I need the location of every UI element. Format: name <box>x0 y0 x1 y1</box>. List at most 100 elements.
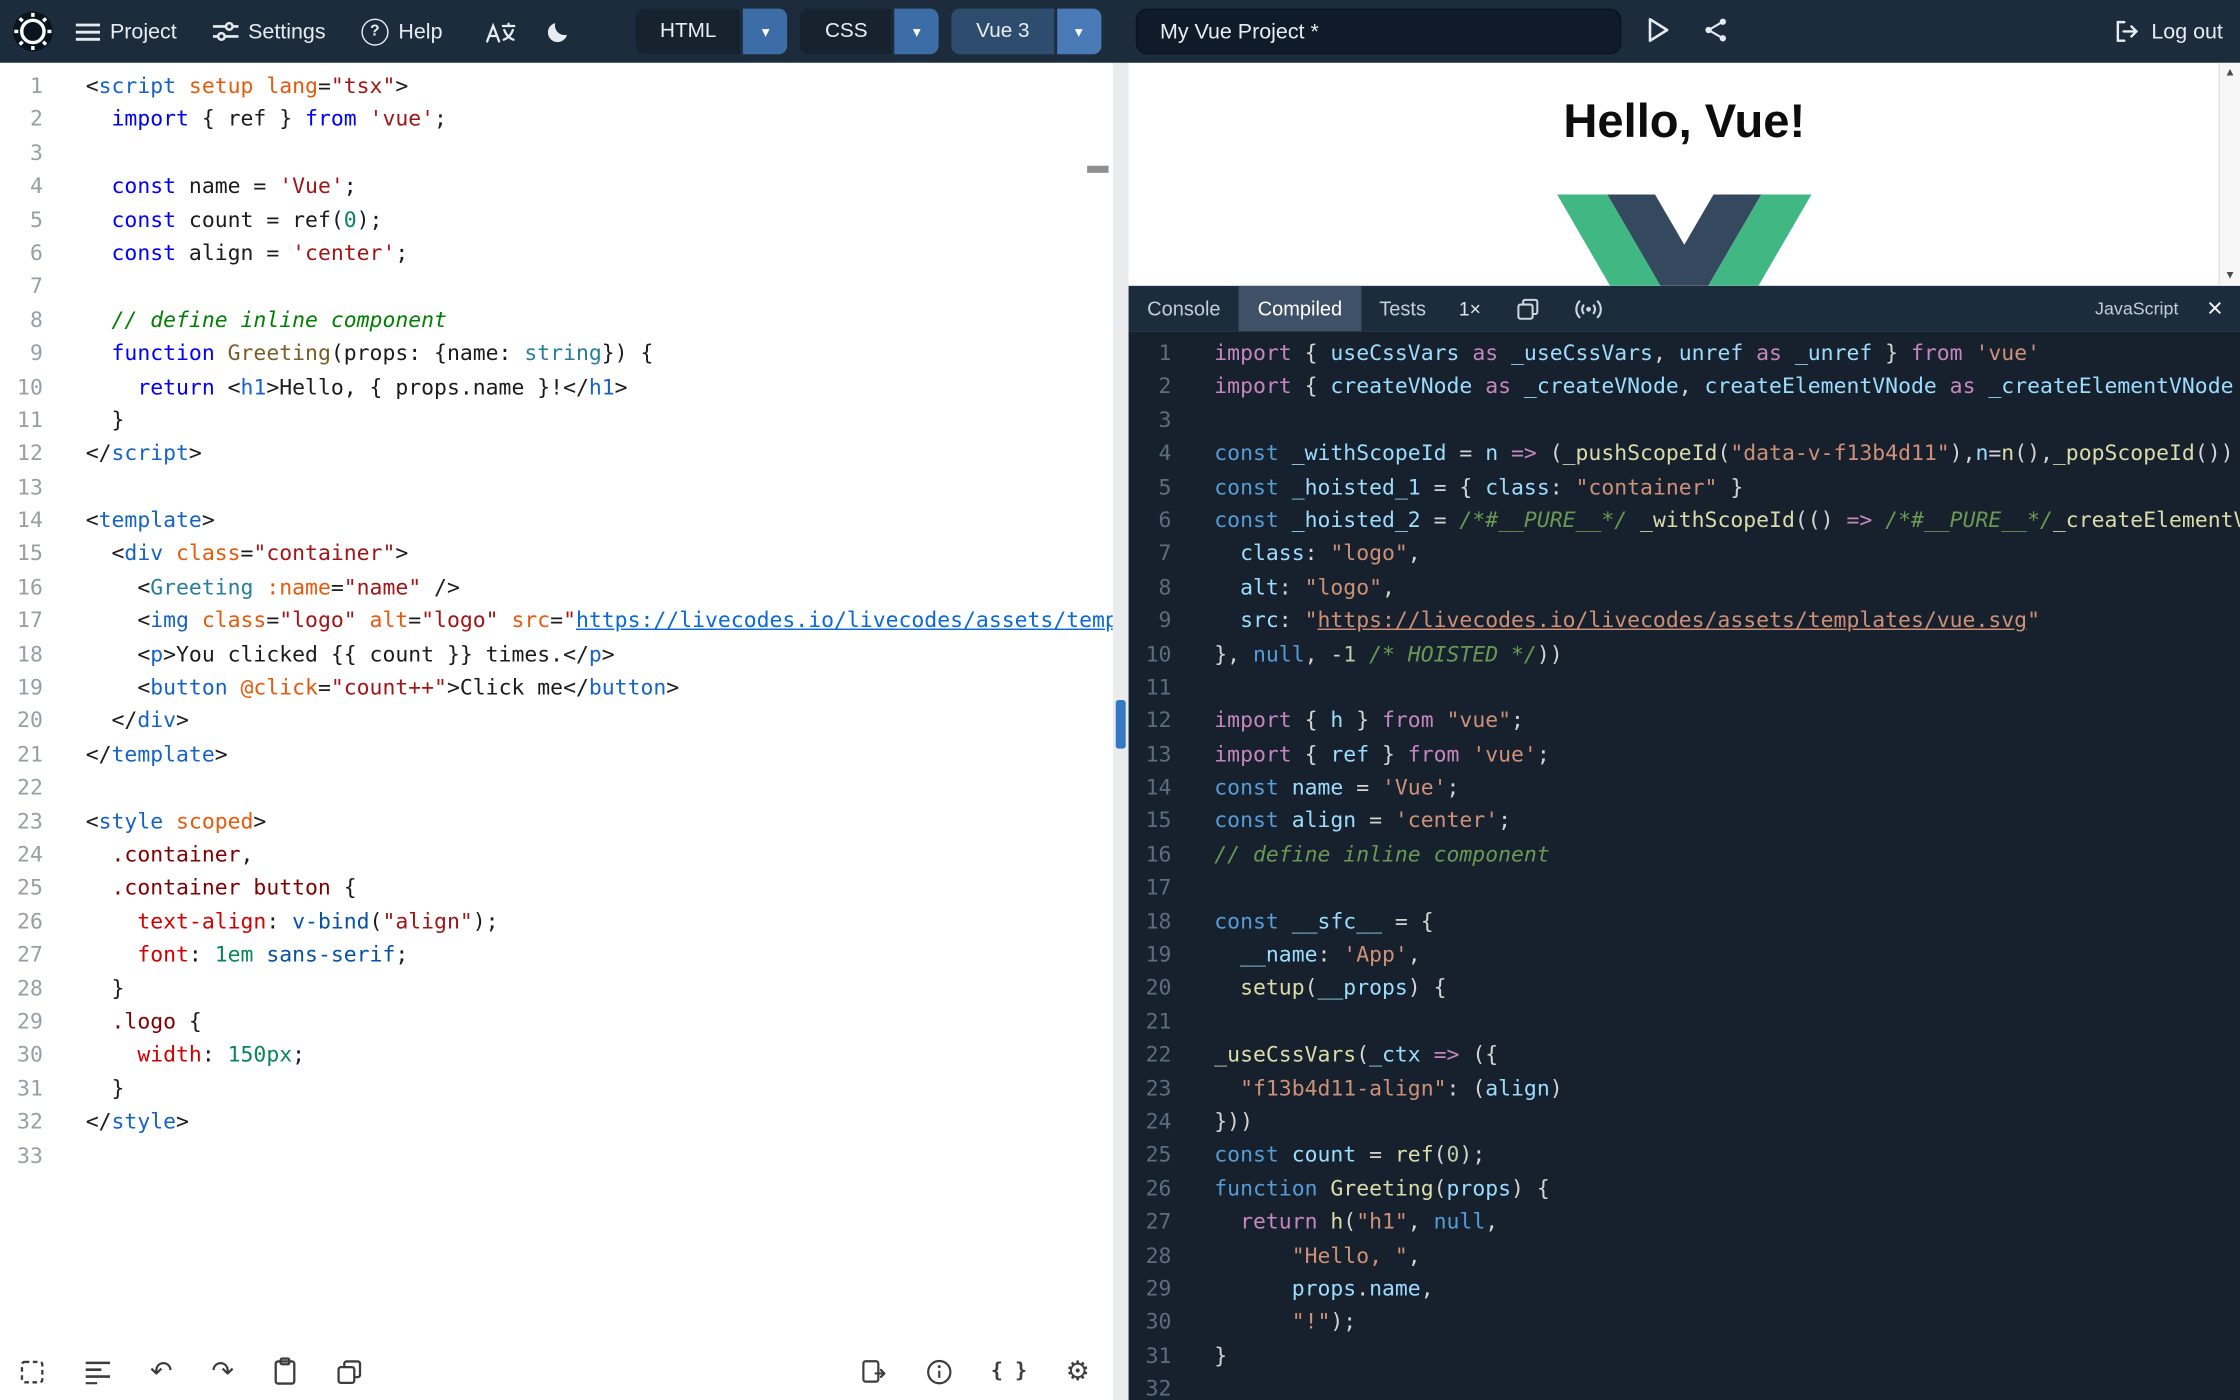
line-number: 20 <box>17 707 43 734</box>
logout-button[interactable]: Log out <box>2114 0 2223 63</box>
tab-css[interactable]: CSS ▾ <box>800 8 940 55</box>
line-number: 6 <box>1158 507 1172 533</box>
help-menu[interactable]: ? Help <box>361 17 443 45</box>
code-line: 19 __name: 'App', <box>1129 939 2240 972</box>
code-line: 26 text-align: v-bind("align"); <box>0 905 1113 938</box>
run-button[interactable] <box>1646 16 1672 45</box>
chevron-down-icon[interactable]: ▾ <box>894 8 940 55</box>
code-line: 5 const count = ref(0); <box>0 204 1113 237</box>
line-number: 17 <box>1145 874 1172 901</box>
info-icon[interactable] <box>925 1358 952 1385</box>
code-line: 5 const _hoisted_1 = { class: "container"… <box>1129 471 2240 504</box>
code-line: 11 <box>1129 671 2240 704</box>
chevron-down-icon[interactable]: ▾ <box>743 8 788 55</box>
broadcast-icon[interactable] <box>1574 296 1603 320</box>
redo-icon[interactable]: ↷ <box>211 1358 234 1385</box>
code-line: 3 <box>0 137 1113 170</box>
code-line: 2 import { ref } from 'vue'; <box>0 103 1113 136</box>
chevron-down-icon[interactable]: ▾ <box>1056 8 1101 55</box>
braces-icon[interactable]: { } <box>991 1358 1027 1385</box>
code-line: 27 font: 1em sans-serif; <box>0 939 1113 972</box>
project-menu[interactable]: Project <box>75 19 177 44</box>
result-preview: Hello, Vue! ▲ ▼ <box>1128 62 2240 286</box>
code-line: 30 "!"); <box>1129 1306 2240 1339</box>
external-editor-icon[interactable] <box>860 1357 887 1386</box>
line-number: 22 <box>1145 1041 1172 1068</box>
line-number: 6 <box>29 239 43 266</box>
line-number: 9 <box>29 340 43 366</box>
zoom-level-button[interactable]: 1× <box>1459 298 1481 319</box>
line-number: 5 <box>29 206 43 233</box>
code-line: 10}, null, -1 /* HOISTED */)) <box>1129 638 2240 671</box>
tab-vue3[interactable]: Vue 3 ▾ <box>951 8 1101 55</box>
scroll-down-icon[interactable]: ▼ <box>2220 269 2240 282</box>
line-number: 8 <box>29 306 43 333</box>
line-number: 23 <box>1145 1075 1172 1101</box>
line-number: 14 <box>17 507 43 533</box>
line-number: 27 <box>1145 1208 1172 1235</box>
code-line: 33 <box>0 1139 1113 1172</box>
app-logo-icon[interactable] <box>11 10 54 53</box>
code-line: 6 const align = 'center'; <box>0 237 1113 270</box>
result-scrollbar[interactable]: ▲ ▼ <box>2218 62 2240 286</box>
help-menu-label: Help <box>398 19 443 44</box>
code-line: 28 "Hello, ", <box>1129 1239 2240 1272</box>
line-number: 19 <box>1145 941 1172 968</box>
code-line: 18 const __sfc__ = { <box>1129 905 2240 938</box>
settings-menu[interactable]: Settings <box>212 19 326 44</box>
line-number: 25 <box>17 874 43 901</box>
code-line: 4 const _withScopeId = n => (_pushScopeId… <box>1129 437 2240 470</box>
tab-tests[interactable]: Tests <box>1361 286 1445 332</box>
line-number: 31 <box>1145 1342 1172 1369</box>
logout-label: Log out <box>2151 19 2223 44</box>
tab-vue3-label: Vue 3 <box>951 8 1054 55</box>
code-line: 20 setup(__props) { <box>1129 972 2240 1005</box>
code-line: 22 <box>0 772 1113 805</box>
gear-icon[interactable]: ⚙ <box>1066 1358 1090 1385</box>
line-number: 7 <box>29 273 43 300</box>
line-number: 12 <box>17 440 43 467</box>
code-line: 14 const name = 'Vue'; <box>1129 772 2240 805</box>
code-line: 15 <div class="container"> <box>0 538 1113 571</box>
project-menu-label: Project <box>109 19 177 44</box>
code-line: 32 </style> <box>0 1106 1113 1139</box>
code-line: 21 </template> <box>0 738 1113 771</box>
tab-html[interactable]: HTML ▾ <box>635 8 788 55</box>
tab-console[interactable]: Console <box>1129 286 1240 332</box>
code-line: 15 const align = 'center'; <box>1129 805 2240 838</box>
dark-mode-icon[interactable] <box>545 19 571 45</box>
undo-icon[interactable]: ↶ <box>150 1358 173 1385</box>
editor-code[interactable]: 1 <script setup lang="tsx"> 2 import { ref… <box>0 62 1113 1343</box>
console-language-label: JavaScript <box>2095 298 2179 319</box>
tab-compiled[interactable]: Compiled <box>1239 285 1361 332</box>
line-number: 10 <box>17 373 43 400</box>
share-button[interactable] <box>1703 17 1729 43</box>
code-editor-panel: 1 <script setup lang="tsx"> 2 import { ref… <box>0 62 1113 1400</box>
scroll-up-icon[interactable]: ▲ <box>2220 66 2240 79</box>
tab-css-label: CSS <box>800 8 892 55</box>
line-number: 17 <box>17 607 43 634</box>
editor-toolbar: ↶ ↷ {} ⚙ <box>0 1342 1113 1400</box>
line-number: 7 <box>1158 540 1172 567</box>
code-line: 7 <box>0 270 1113 303</box>
duplicate-window-icon[interactable] <box>1515 296 1539 320</box>
code-line: 12 import { h } from "vue"; <box>1129 705 2240 738</box>
panel-drag-handle[interactable] <box>1115 699 1126 749</box>
code-line: 22 _useCssVars(_ctx => ({ <box>1129 1039 2240 1072</box>
line-number: 26 <box>1145 1175 1172 1202</box>
panel-resize-gutter[interactable] <box>1112 62 1129 1400</box>
line-number: 23 <box>17 807 43 834</box>
project-title-input[interactable] <box>1135 8 1622 55</box>
paste-icon[interactable] <box>273 1357 297 1386</box>
compiled-code[interactable]: 1 import { useCssVars as _useCssVars, unr… <box>1128 331 2240 1400</box>
code-line: 1 import { useCssVars as _useCssVars, unr… <box>1129 337 2240 370</box>
format-code-icon[interactable] <box>84 1359 111 1384</box>
code-line: 13 import { ref } from 'vue'; <box>1129 738 2240 771</box>
close-icon[interactable]: × <box>2207 295 2223 322</box>
line-number: 18 <box>17 640 43 667</box>
help-icon: ? <box>361 17 389 45</box>
select-region-icon[interactable] <box>19 1358 46 1385</box>
copy-icon[interactable] <box>335 1358 362 1385</box>
line-number: 4 <box>29 173 43 199</box>
translate-icon[interactable] <box>484 19 516 43</box>
